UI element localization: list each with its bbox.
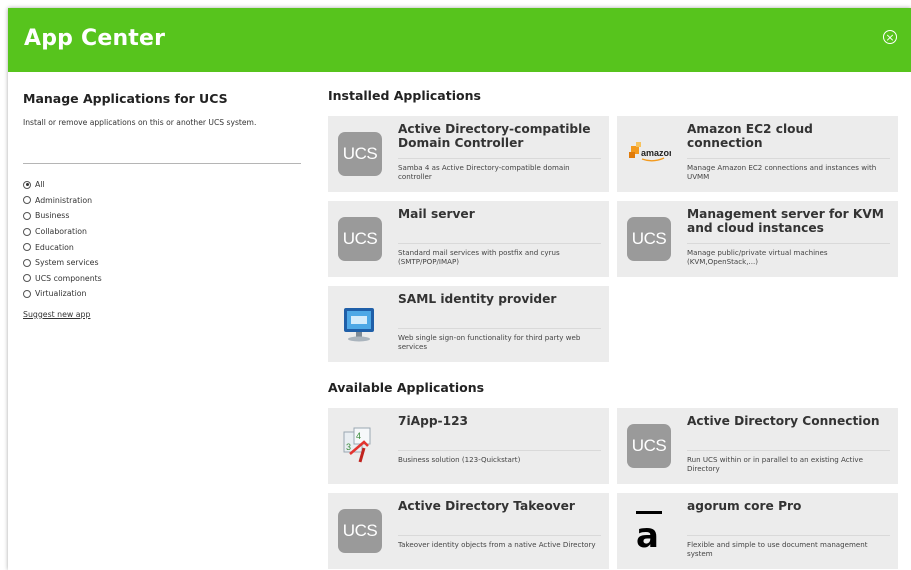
category-filter: All Administration Business Collaboration Ed… xyxy=(23,177,303,302)
installed-section-title: Installed Applications xyxy=(328,88,481,103)
category-label: Business xyxy=(35,211,70,221)
app-description: Flexible and simple to use document mana… xyxy=(687,540,868,558)
app-card[interactable]: amazon Amazon EC2 cloud connection Manage … xyxy=(617,116,898,192)
sidebar-title: Manage Applications for UCS xyxy=(23,91,228,106)
radio-button-icon[interactable] xyxy=(23,196,31,205)
app-card[interactable]: UCS Active Directory Connection Run UCS wi… xyxy=(617,408,898,484)
app-name: Active Directory Takeover xyxy=(398,499,575,513)
category-radio-system-services[interactable]: System services xyxy=(23,255,303,271)
divider xyxy=(687,450,890,451)
divider xyxy=(398,535,601,536)
category-radio-business[interactable]: Business xyxy=(23,208,303,224)
category-label: UCS components xyxy=(35,273,102,283)
app-card[interactable]: SAML identity provider Web single sign-on… xyxy=(328,286,609,362)
app-card[interactable]: 3 4 7iApp-123 Business solution (123-Quicks… xyxy=(328,408,609,484)
app-name: Mail server xyxy=(398,207,475,221)
radio-button-icon[interactable] xyxy=(23,211,31,220)
radio-button-icon[interactable] xyxy=(23,258,31,267)
radio-button-icon[interactable] xyxy=(23,180,31,189)
calendar-icon: 34 xyxy=(338,424,382,468)
radio-button-icon[interactable] xyxy=(23,289,31,298)
divider xyxy=(687,243,890,244)
app-description: Manage public/private virtual machines (… xyxy=(687,248,828,266)
amazon-icon: amazon xyxy=(627,132,675,176)
divider xyxy=(398,450,601,451)
app-name: Management server for KVM and cloud inst… xyxy=(687,207,884,235)
category-label: System services xyxy=(35,258,99,268)
svg-text:a: a xyxy=(636,516,659,553)
category-label: All xyxy=(35,180,45,190)
app-description: Run UCS within or in parallel to an exis… xyxy=(687,455,863,473)
suggest-new-app-link[interactable]: Suggest new app xyxy=(23,310,90,319)
ucs-icon: UCS xyxy=(338,132,382,176)
search-input[interactable] xyxy=(23,148,301,164)
app-center-window: App Center × Manage Applications for UCS… xyxy=(8,8,911,570)
app-card[interactable]: UCS Active Directory Takeover Takeover ide… xyxy=(328,493,609,569)
ucs-icon: UCS xyxy=(627,217,671,261)
divider xyxy=(687,535,890,536)
app-name: Amazon EC2 cloud connection xyxy=(687,122,813,150)
svg-text:3: 3 xyxy=(346,442,351,452)
title-bar: App Center × xyxy=(8,8,911,72)
available-section-title: Available Applications xyxy=(328,380,485,395)
category-label: Virtualization xyxy=(35,289,87,299)
divider xyxy=(398,158,601,159)
app-name: agorum core Pro xyxy=(687,499,802,513)
sidebar-description: Install or remove applications on this o… xyxy=(23,118,257,127)
divider xyxy=(398,328,601,329)
app-description: Web single sign-on functionality for thi… xyxy=(398,333,581,351)
app-name: SAML identity provider xyxy=(398,292,557,306)
category-radio-collaboration[interactable]: Collaboration xyxy=(23,224,303,240)
divider xyxy=(398,243,601,244)
ucs-icon: UCS xyxy=(338,217,382,261)
window-title: App Center xyxy=(24,26,166,51)
monitor-icon xyxy=(338,302,382,346)
app-name: Active Directory-compatible Domain Contr… xyxy=(398,122,591,150)
radio-button-icon[interactable] xyxy=(23,227,31,236)
category-radio-administration[interactable]: Administration xyxy=(23,193,303,209)
radio-button-icon[interactable] xyxy=(23,274,31,283)
ucs-icon: UCS xyxy=(627,424,671,468)
sidebar: Manage Applications for UCS Install or r… xyxy=(23,91,303,321)
app-card[interactable]: UCS Active Directory-compatible Domain Co… xyxy=(328,116,609,192)
category-radio-all[interactable]: All xyxy=(23,177,303,193)
category-label: Collaboration xyxy=(35,227,87,237)
app-description: Samba 4 as Active Directory-compatible d… xyxy=(398,163,570,181)
category-label: Education xyxy=(35,242,74,252)
app-description: Business solution (123-Quickstart) xyxy=(398,455,521,464)
category-label: Administration xyxy=(35,195,93,205)
app-name: Active Directory Connection xyxy=(687,414,880,428)
divider xyxy=(687,158,890,159)
category-radio-ucs-components[interactable]: UCS components xyxy=(23,271,303,287)
app-name: 7iApp-123 xyxy=(398,414,469,428)
app-card[interactable]: UCS Management server for KVM and cloud i… xyxy=(617,201,898,277)
app-card[interactable]: a agorum core Pro Flexible and simple to u… xyxy=(617,493,898,569)
svg-text:4: 4 xyxy=(356,431,361,441)
app-description: Manage Amazon EC2 connections and instan… xyxy=(687,163,877,181)
app-card[interactable]: UCS Mail server Standard mail services wit… xyxy=(328,201,609,277)
app-description: Standard mail services with postfix and … xyxy=(398,248,560,266)
close-icon[interactable]: × xyxy=(883,30,897,44)
category-radio-virtualization[interactable]: Virtualization xyxy=(23,286,303,302)
svg-text:amazon: amazon xyxy=(641,148,671,158)
ucs-icon: UCS xyxy=(338,509,382,553)
agorum-icon: a xyxy=(627,509,671,556)
radio-button-icon[interactable] xyxy=(23,243,31,252)
app-description: Takeover identity objects from a native … xyxy=(398,540,596,549)
category-radio-education[interactable]: Education xyxy=(23,239,303,255)
